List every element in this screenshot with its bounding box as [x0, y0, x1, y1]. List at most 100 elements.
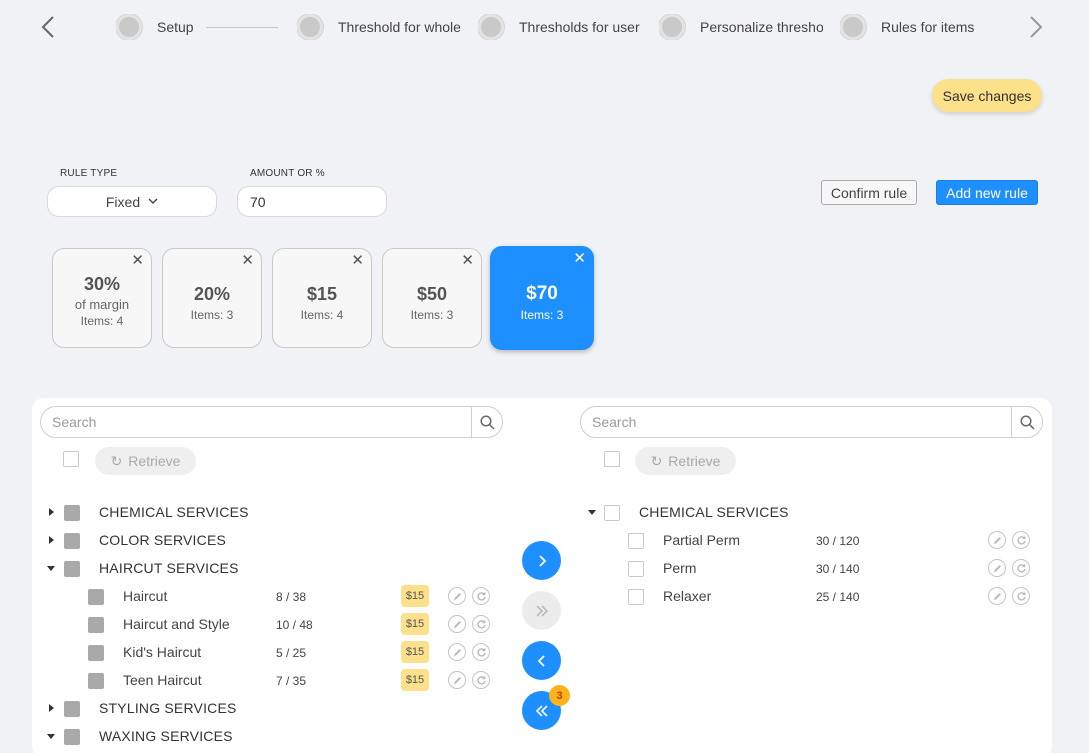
amount-input[interactable] [237, 186, 387, 217]
category-label[interactable]: HAIRCUT SERVICES [99, 560, 239, 576]
item-label[interactable]: Haircut and Style [123, 616, 230, 632]
rule-card-active[interactable]: ✕ $70 Items: 3 [490, 246, 594, 350]
close-icon[interactable]: ✕ [351, 253, 364, 268]
category-checkbox[interactable] [64, 729, 80, 745]
right-retrieve-button[interactable]: ↻ Retrieve [635, 447, 736, 475]
chevron-left-icon[interactable] [38, 14, 58, 40]
step-setup[interactable]: Setup [116, 14, 206, 40]
category-checkbox[interactable] [64, 561, 80, 577]
item-label[interactable]: Perm [663, 560, 696, 576]
close-icon[interactable]: ✕ [461, 253, 474, 268]
refresh-icon: ↻ [110, 452, 123, 469]
item-label[interactable]: Teen Haircut [123, 672, 202, 688]
retrieve-label: Retrieve [668, 453, 721, 469]
reset-icon[interactable] [472, 671, 490, 689]
pencil-icon[interactable] [448, 643, 466, 661]
step-label: Personalize threshold [700, 19, 823, 35]
category-checkbox[interactable] [64, 533, 80, 549]
step-dot [659, 14, 685, 40]
item-quantity: 5 / 25 [276, 646, 307, 660]
move-all-right-button[interactable] [522, 591, 561, 630]
category-label[interactable]: WAXING SERVICES [99, 728, 233, 744]
add-new-rule-button[interactable]: Add new rule [936, 180, 1038, 205]
category-label[interactable]: CHEMICAL SERVICES [99, 504, 249, 520]
category-checkbox[interactable] [64, 701, 80, 717]
chevron-right-icon [538, 554, 546, 567]
move-left-button[interactable] [522, 641, 561, 680]
category-checkbox[interactable] [604, 505, 620, 521]
rule-card[interactable]: ✕ 20% Items: 3 [162, 248, 262, 348]
rule-card[interactable]: ✕ $50 Items: 3 [382, 248, 482, 348]
pencil-icon[interactable] [448, 671, 466, 689]
item-quantity: 25 / 140 [816, 590, 860, 604]
expand-icon[interactable] [49, 508, 54, 516]
item-checkbox[interactable] [628, 533, 644, 549]
close-icon[interactable]: ✕ [573, 251, 586, 266]
rule-item-count: Items: 4 [300, 308, 344, 322]
reset-icon[interactable] [472, 643, 490, 661]
pencil-icon[interactable] [988, 587, 1006, 605]
item-quantity: 10 / 48 [276, 618, 313, 632]
rule-card[interactable]: ✕ $15 Items: 4 [272, 248, 372, 348]
rule-type-select[interactable]: Fixed [47, 186, 217, 217]
right-select-all-checkbox[interactable] [604, 451, 620, 467]
right-search-input[interactable] [581, 407, 1011, 437]
category-label[interactable]: STYLING SERVICES [99, 700, 237, 716]
step-dot [297, 14, 323, 40]
expand-icon[interactable] [49, 536, 54, 544]
rule-item-count: Items: 3 [410, 308, 454, 322]
step-label: Rules for items [881, 19, 975, 35]
category-label[interactable]: COLOR SERVICES [99, 532, 226, 548]
reset-icon[interactable] [472, 587, 490, 605]
right-search [580, 406, 1043, 438]
search-icon[interactable] [471, 407, 502, 437]
step-thresholds-user[interactable]: Thresholds for user [478, 14, 641, 40]
collapse-icon[interactable] [588, 510, 596, 515]
close-icon[interactable]: ✕ [241, 253, 254, 268]
item-checkbox[interactable] [628, 589, 644, 605]
pencil-icon[interactable] [988, 559, 1006, 577]
left-select-all-checkbox[interactable] [63, 451, 79, 467]
move-right-button[interactable] [522, 541, 561, 580]
rule-amount: $15 [306, 284, 338, 304]
item-label[interactable]: Haircut [123, 588, 167, 604]
step-threshold-whole[interactable]: Threshold for whole [297, 14, 460, 40]
search-icon[interactable] [1011, 407, 1042, 437]
rule-item-count: Items: 3 [190, 308, 234, 322]
confirm-rule-button[interactable]: Confirm rule [821, 180, 917, 205]
pencil-icon[interactable] [988, 531, 1006, 549]
item-checkbox[interactable] [88, 617, 104, 633]
pencil-icon[interactable] [448, 587, 466, 605]
left-retrieve-button[interactable]: ↻ Retrieve [95, 447, 196, 475]
close-icon[interactable]: ✕ [131, 253, 144, 268]
item-label[interactable]: Relaxer [663, 588, 711, 604]
refresh-icon: ↻ [650, 452, 663, 469]
step-rules-items[interactable]: Rules for items [840, 14, 980, 40]
collapse-icon[interactable] [47, 566, 55, 571]
item-label[interactable]: Kid's Haircut [123, 644, 201, 660]
step-personalize[interactable]: Personalize threshold [659, 14, 823, 40]
item-checkbox[interactable] [88, 589, 104, 605]
retrieve-label: Retrieve [128, 453, 181, 469]
selected-count-badge: 3 [549, 685, 570, 706]
category-checkbox[interactable] [64, 505, 80, 521]
left-search-input[interactable] [41, 407, 471, 437]
item-checkbox[interactable] [628, 561, 644, 577]
item-label[interactable]: Partial Perm [663, 532, 740, 548]
item-checkbox[interactable] [88, 645, 104, 661]
reset-icon[interactable] [1012, 587, 1030, 605]
chevron-right-icon[interactable] [1026, 14, 1046, 40]
collapse-icon[interactable] [47, 734, 55, 739]
reset-icon[interactable] [1012, 559, 1030, 577]
expand-icon[interactable] [49, 704, 54, 712]
double-chevron-left-icon [535, 704, 548, 717]
rule-amount: $50 [416, 284, 448, 304]
category-label[interactable]: CHEMICAL SERVICES [639, 504, 789, 520]
reset-icon[interactable] [472, 615, 490, 633]
item-checkbox[interactable] [88, 673, 104, 689]
pencil-icon[interactable] [448, 615, 466, 633]
rule-card[interactable]: ✕ 30% of margin Items: 4 [52, 248, 152, 348]
step-label: Setup [157, 19, 194, 35]
save-button[interactable]: Save changes [932, 79, 1042, 112]
reset-icon[interactable] [1012, 531, 1030, 549]
